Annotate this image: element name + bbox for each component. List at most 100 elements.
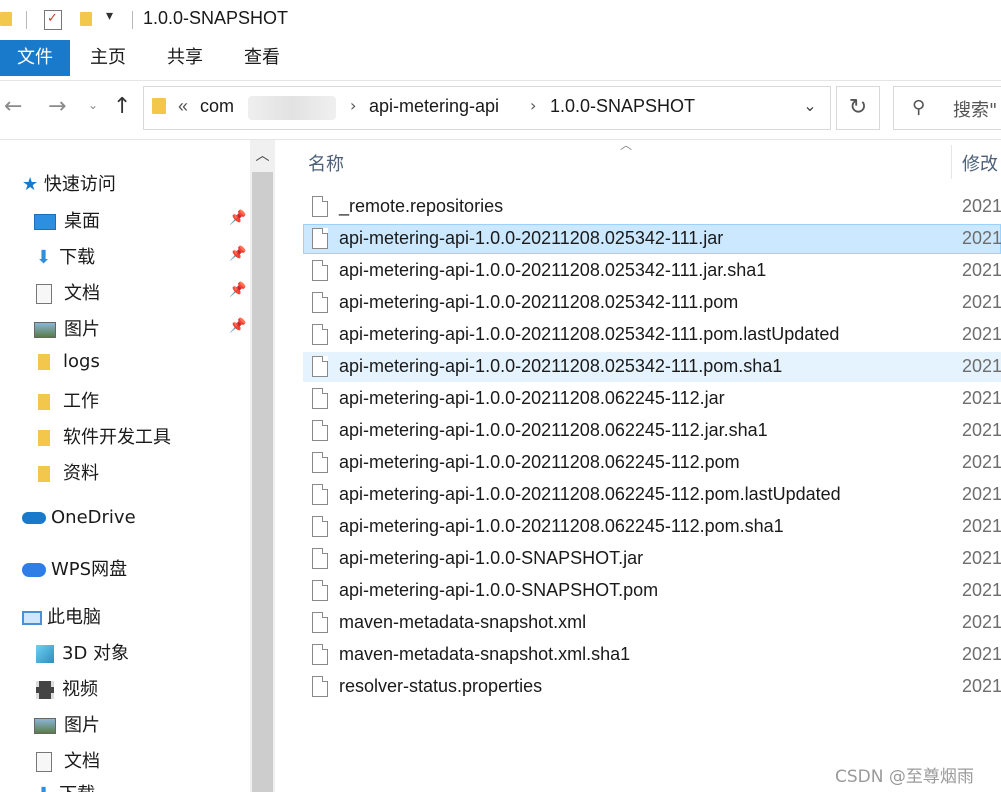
breadcrumb-snapshot[interactable]: 1.0.0-SNAPSHOT (550, 96, 695, 117)
folder-icon (38, 466, 50, 482)
tab-view[interactable]: 查看 (234, 40, 290, 76)
nav-item-dev-tools[interactable]: 软件开发工具 (38, 423, 171, 459)
refresh-button[interactable]: ↻ (836, 86, 880, 130)
nav-label: 下载 (59, 784, 95, 792)
star-icon: ★ (22, 174, 39, 195)
column-divider[interactable] (951, 145, 952, 179)
column-header-modified[interactable]: 修改 (962, 150, 998, 176)
folder-icon[interactable] (0, 12, 12, 26)
folder-icon (38, 430, 50, 446)
nav-item-work[interactable]: 工作 (38, 387, 99, 423)
picture-icon (34, 718, 56, 734)
file-date: 2021 (962, 388, 1001, 408)
file-name: api-metering-api-1.0.0-20211208.062245-1… (339, 516, 784, 536)
chevron-down-icon[interactable]: ⌄ (796, 96, 824, 120)
scroll-up-icon[interactable]: ︿ (250, 140, 275, 172)
search-icon: ⚲ (912, 97, 926, 118)
file-icon (312, 356, 328, 377)
customize-toolbar-icon[interactable]: ▾ (106, 8, 113, 24)
nav-label: 3D 对象 (62, 643, 130, 664)
computer-icon (22, 611, 42, 625)
file-icon (312, 292, 328, 313)
column-header-name[interactable]: 名称 (308, 150, 344, 176)
file-date: 2021 (962, 580, 1001, 600)
file-name: api-metering-api-1.0.0-20211208.062245-1… (339, 420, 768, 440)
nav-label: 视频 (62, 679, 98, 700)
file-name: api-metering-api-1.0.0-20211208.062245-1… (339, 452, 740, 472)
pin-icon[interactable]: 📌 (229, 318, 246, 334)
nav-item-documents[interactable]: 文档 (36, 279, 100, 315)
nav-item-pictures[interactable]: 图片 (34, 315, 100, 351)
file-icon (312, 452, 328, 473)
document-icon (36, 752, 52, 772)
forward-button[interactable]: → (48, 94, 66, 119)
nav-label: 文档 (64, 751, 100, 772)
divider (26, 11, 27, 29)
recent-locations-button[interactable]: ⌄ (88, 98, 98, 112)
chevron-right-icon[interactable]: › (350, 96, 356, 115)
file-date: 2021 (962, 196, 1001, 216)
nav-label: 此电脑 (47, 607, 101, 628)
sort-ascending-icon: ︿ (620, 138, 633, 152)
wps-cloud-icon (22, 563, 46, 577)
window-title: 1.0.0-SNAPSHOT (143, 8, 289, 28)
nav-this-pc[interactable]: 此电脑 (22, 603, 101, 639)
nav-item-logs[interactable]: logs (38, 351, 100, 387)
file-name: _remote.repositories (339, 196, 504, 216)
file-name: api-metering-api-1.0.0-20211208.025342-1… (339, 228, 724, 248)
nav-item-pc-downloads[interactable]: ⬇ 下载 (36, 780, 95, 792)
file-name: api-metering-api-1.0.0-20211208.025342-1… (339, 356, 783, 376)
file-icon (312, 612, 328, 633)
properties-icon[interactable]: ✓ (44, 10, 62, 30)
up-button[interactable]: ↑ (113, 94, 131, 119)
picture-icon (34, 322, 56, 338)
file-name: api-metering-api-1.0.0-20211208.025342-1… (339, 324, 840, 344)
nav-label: 资料 (63, 463, 99, 484)
scrollbar-thumb[interactable] (252, 172, 273, 792)
nav-label: OneDrive (51, 507, 136, 528)
file-date: 2021 (962, 452, 1001, 472)
nav-quick-access[interactable]: ★ 快速访问 (22, 170, 116, 206)
pin-icon[interactable]: 📌 (229, 282, 246, 298)
breadcrumb-com[interactable]: com (200, 96, 234, 117)
nav-onedrive[interactable]: OneDrive (22, 507, 136, 543)
tab-home[interactable]: 主页 (80, 40, 136, 76)
file-date: 2021 (962, 644, 1001, 664)
file-date: 2021 (962, 228, 1001, 248)
nav-label: 工作 (63, 391, 99, 412)
file-icon (312, 676, 328, 697)
file-name: api-metering-api-1.0.0-SNAPSHOT.jar (339, 548, 644, 568)
file-date: 2021 (962, 516, 1001, 536)
nav-item-materials[interactable]: 资料 (38, 459, 99, 495)
column-header-row (276, 140, 1001, 180)
nav-item-desktop[interactable]: 桌面 (34, 207, 100, 243)
nav-item-3d-objects[interactable]: 3D 对象 (36, 639, 129, 675)
file-name: api-metering-api-1.0.0-SNAPSHOT.pom (339, 580, 659, 600)
breadcrumb-api-metering-api[interactable]: api-metering-api (369, 96, 499, 117)
pin-icon[interactable]: 📌 (229, 210, 246, 226)
tab-share[interactable]: 共享 (157, 40, 213, 76)
tab-file[interactable]: 文件 (0, 40, 70, 76)
nav-wps[interactable]: WPS网盘 (22, 555, 127, 591)
back-button[interactable]: ← (4, 94, 22, 119)
file-name: maven-metadata-snapshot.xml.sha1 (339, 644, 631, 664)
file-date: 2021 (962, 676, 1001, 696)
divider (132, 11, 133, 29)
chevron-right-icon[interactable]: › (530, 96, 536, 115)
file-icon (312, 228, 328, 249)
file-icon (312, 388, 328, 409)
pin-icon[interactable]: 📌 (229, 246, 246, 262)
breadcrumb-overflow[interactable]: « (178, 96, 188, 117)
file-icon (312, 196, 328, 217)
nav-item-pc-pictures[interactable]: 图片 (34, 711, 100, 747)
nav-item-pc-documents[interactable]: 文档 (36, 747, 100, 783)
nav-item-downloads[interactable]: ⬇ 下载 (36, 243, 95, 279)
file-icon (312, 516, 328, 537)
file-date: 2021 (962, 612, 1001, 632)
nav-label: WPS网盘 (51, 559, 128, 580)
nav-item-videos[interactable]: 视频 (36, 675, 98, 711)
nav-label: 软件开发工具 (63, 427, 171, 448)
new-folder-icon[interactable] (80, 12, 92, 26)
file-icon (312, 484, 328, 505)
nav-label: 图片 (64, 319, 100, 340)
